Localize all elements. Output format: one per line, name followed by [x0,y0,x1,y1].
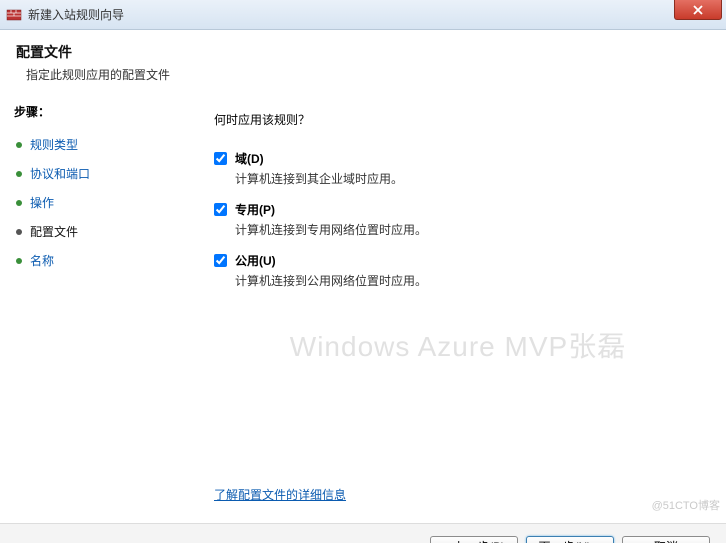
close-button[interactable] [674,0,722,20]
learn-more-link[interactable]: 了解配置文件的详细信息 [214,486,346,503]
bullet-icon [16,229,22,235]
step-label: 操作 [30,194,54,211]
wizard-body: 步骤： 规则类型 协议和端口 操作 配置文件 名称 何时 [0,93,726,523]
option-desc: 计算机连接到公用网络位置时应用。 [235,272,702,289]
steps-label: 步骤： [14,103,176,120]
step-rule-type[interactable]: 规则类型 [14,130,176,159]
window-title: 新建入站规则向导 [28,6,124,23]
wizard-footer: < 上一步(B) 下一步(N) > 取消 [0,523,726,543]
bullet-icon [16,200,22,206]
bullet-icon [16,171,22,177]
step-profile[interactable]: 配置文件 [14,217,176,246]
option-label: 公用(U) [235,252,276,269]
wizard-window: 新建入站规则向导 配置文件 指定此规则应用的配置文件 步骤： 规则类型 协议和端… [0,0,726,543]
option-label: 专用(P) [235,201,275,218]
firewall-icon [6,7,22,23]
step-label: 配置文件 [30,223,78,240]
checkbox-private[interactable] [214,203,227,216]
next-button[interactable]: 下一步(N) > [526,536,614,543]
checkbox-public[interactable] [214,254,227,267]
step-label: 规则类型 [30,136,78,153]
page-subtitle: 指定此规则应用的配置文件 [26,66,710,83]
step-action[interactable]: 操作 [14,188,176,217]
step-protocol-port[interactable]: 协议和端口 [14,159,176,188]
option-domain: 域(D) 计算机连接到其企业域时应用。 [214,150,702,187]
wizard-header: 配置文件 指定此规则应用的配置文件 [0,30,726,93]
checkbox-domain[interactable] [214,152,227,165]
cancel-button[interactable]: 取消 [622,536,710,543]
step-label: 协议和端口 [30,165,90,182]
bullet-icon [16,142,22,148]
step-label: 名称 [30,252,54,269]
watermark-text: Windows Azure MVP张磊 [190,325,726,365]
option-desc: 计算机连接到专用网络位置时应用。 [235,221,702,238]
close-icon [693,5,703,15]
question-text: 何时应用该规则？ [214,111,702,128]
back-button[interactable]: < 上一步(B) [430,536,518,543]
content-panel: 何时应用该规则？ 域(D) 计算机连接到其企业域时应用。 专用(P) 计算机连接… [190,93,726,523]
option-public: 公用(U) 计算机连接到公用网络位置时应用。 [214,252,702,289]
titlebar: 新建入站规则向导 [0,0,726,30]
option-label: 域(D) [235,150,264,167]
step-name[interactable]: 名称 [14,246,176,275]
option-desc: 计算机连接到其企业域时应用。 [235,170,702,187]
page-title: 配置文件 [16,42,710,62]
option-private: 专用(P) 计算机连接到专用网络位置时应用。 [214,201,702,238]
steps-sidebar: 步骤： 规则类型 协议和端口 操作 配置文件 名称 [0,93,190,523]
bullet-icon [16,258,22,264]
